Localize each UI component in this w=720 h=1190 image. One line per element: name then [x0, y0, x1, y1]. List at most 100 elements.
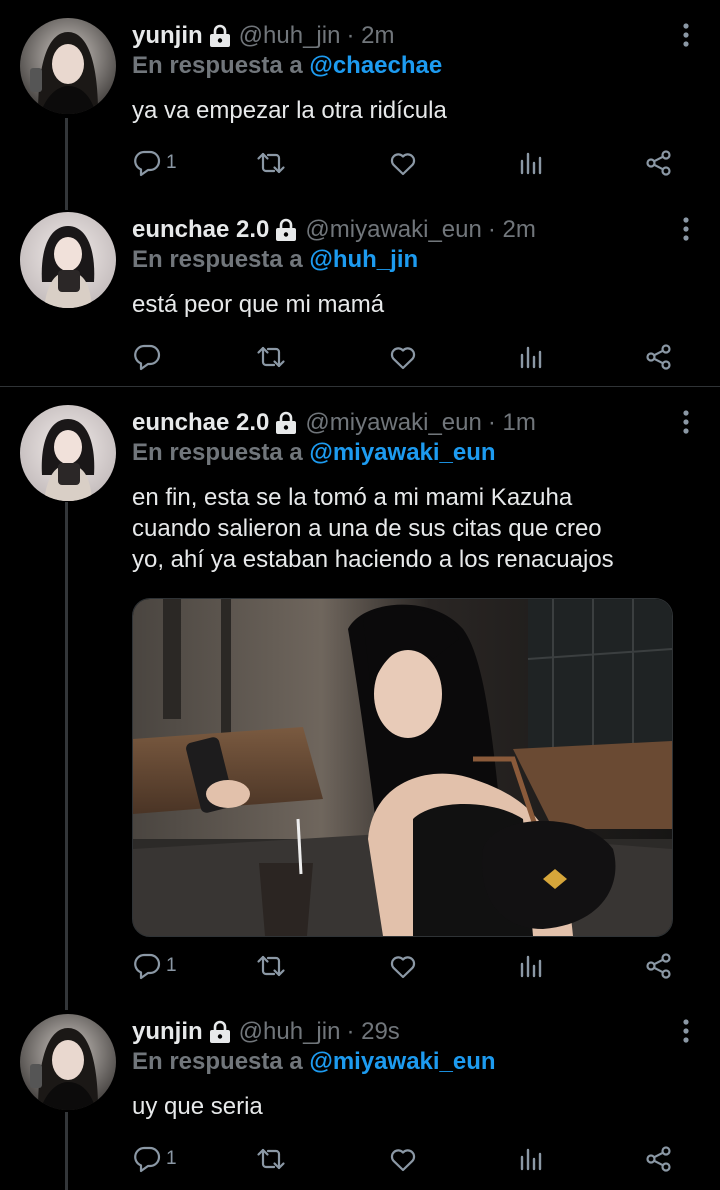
reply-icon [132, 1144, 162, 1174]
reply-count: 1 [166, 152, 177, 173]
share-button[interactable] [644, 340, 674, 374]
retweet-icon [256, 148, 286, 178]
reply-context: En respuesta a @chaechae [132, 52, 442, 80]
reply-prefix: En respuesta a [132, 246, 310, 273]
tweet-photo[interactable] [132, 598, 673, 937]
reply-count: 1 [166, 1148, 177, 1169]
views-button[interactable] [517, 340, 547, 374]
reply-prefix: En respuesta a [132, 439, 310, 466]
handle[interactable]: @miyawaki_eun [305, 216, 481, 244]
avatar-photo [20, 18, 116, 114]
timestamp[interactable]: · 2m [346, 22, 394, 50]
retweet-icon [256, 1144, 286, 1174]
avatar-photo [20, 1014, 116, 1110]
action-bar: 1 [132, 146, 677, 180]
share-button[interactable] [644, 146, 674, 180]
display-name[interactable]: eunchae 2.0 [132, 409, 269, 437]
reply-context: En respuesta a @miyawaki_eun [132, 1048, 496, 1076]
like-icon [388, 342, 418, 372]
mention-link[interactable]: @miyawaki_eun [309, 439, 495, 466]
mention-link[interactable]: @chaechae [309, 52, 442, 79]
like-button[interactable] [388, 1142, 418, 1176]
retweet-icon [256, 951, 286, 981]
more-icon[interactable] [682, 216, 690, 242]
display-name[interactable]: yunjin [132, 1018, 203, 1046]
views-icon [517, 342, 547, 372]
reply-button[interactable]: 1 [132, 1142, 177, 1176]
avatar-photo [20, 212, 116, 308]
avatar[interactable] [20, 1014, 116, 1110]
views-button[interactable] [517, 146, 547, 180]
more-icon[interactable] [682, 1018, 690, 1044]
tweet-3[interactable]: eunchae 2.0 @miyawaki_eun · 1m En respue… [0, 405, 720, 995]
reply-prefix: En respuesta a [132, 52, 310, 79]
views-icon [517, 951, 547, 981]
tweet-4[interactable]: yunjin @huh_jin · 29s En respuesta a @mi… [0, 1014, 720, 1190]
tweet-divider [0, 386, 720, 387]
like-button[interactable] [388, 146, 418, 180]
like-icon [388, 148, 418, 178]
reply-context: En respuesta a @miyawaki_eun [132, 439, 496, 467]
tweet-text-line: uy que seria [132, 1093, 263, 1120]
tweet-header: yunjin @huh_jin · 29s [132, 1014, 400, 1050]
handle[interactable]: @miyawaki_eun [305, 409, 481, 437]
tweet-text: uy que seria [132, 1091, 263, 1122]
tweet-header: yunjin @huh_jin · 2m [132, 18, 394, 54]
tweet-2[interactable]: eunchae 2.0 @miyawaki_eun · 2m En respue… [0, 212, 720, 384]
tweet-text-line: en fin, esta se la tomó a mi mami Kazuha [132, 484, 573, 511]
retweet-button[interactable] [256, 146, 286, 180]
share-button[interactable] [644, 949, 674, 983]
reply-button[interactable] [132, 340, 166, 374]
tweet-text-line: yo, ahí ya estaban haciendo a los renacu… [132, 546, 614, 573]
tweet-text: está peor que mi mamá [132, 289, 384, 320]
views-icon [517, 1144, 547, 1174]
like-icon [388, 951, 418, 981]
reply-button[interactable]: 1 [132, 949, 177, 983]
like-button[interactable] [388, 949, 418, 983]
share-icon [644, 148, 674, 178]
like-icon [388, 1144, 418, 1174]
like-button[interactable] [388, 340, 418, 374]
lock-icon [209, 1020, 231, 1044]
mention-link[interactable]: @miyawaki_eun [309, 1048, 495, 1075]
display-name[interactable]: yunjin [132, 22, 203, 50]
tweet-text: en fin, esta se la tomó a mi mami Kazuha… [132, 482, 614, 575]
timestamp[interactable]: · 29s [346, 1018, 399, 1046]
lock-icon [275, 218, 297, 242]
views-icon [517, 148, 547, 178]
tweet-header: eunchae 2.0 @miyawaki_eun · 1m [132, 405, 536, 441]
reply-icon [132, 148, 162, 178]
tweet-1[interactable]: yunjin @huh_jin · 2m En respuesta a @cha… [0, 18, 720, 193]
action-bar: 1 [132, 1142, 677, 1176]
avatar[interactable] [20, 212, 116, 308]
action-bar [132, 340, 677, 374]
retweet-button[interactable] [256, 340, 286, 374]
views-button[interactable] [517, 1142, 547, 1176]
reply-icon [132, 342, 162, 372]
handle[interactable]: @huh_jin [239, 1018, 341, 1046]
retweet-button[interactable] [256, 949, 286, 983]
retweet-icon [256, 342, 286, 372]
more-icon[interactable] [682, 409, 690, 435]
avatar[interactable] [20, 18, 116, 114]
reply-icon [132, 951, 162, 981]
views-button[interactable] [517, 949, 547, 983]
share-button[interactable] [644, 1142, 674, 1176]
avatar[interactable] [20, 405, 116, 501]
reply-button[interactable]: 1 [132, 146, 177, 180]
display-name[interactable]: eunchae 2.0 [132, 216, 269, 244]
handle[interactable]: @huh_jin [239, 22, 341, 50]
tweet-text-line: cuando salieron a una de sus citas que c… [132, 515, 602, 542]
tweet-text: ya va empezar la otra ridícula [132, 95, 447, 126]
timestamp[interactable]: · 2m [488, 216, 536, 244]
reply-count: 1 [166, 955, 177, 976]
action-bar: 1 [132, 949, 677, 983]
timestamp[interactable]: · 1m [488, 409, 536, 437]
retweet-button[interactable] [256, 1142, 286, 1176]
avatar-photo [20, 405, 116, 501]
photo-image [133, 599, 672, 936]
tweet-text-line: ya va empezar la otra ridícula [132, 97, 447, 124]
more-icon[interactable] [682, 22, 690, 48]
mention-link[interactable]: @huh_jin [309, 246, 418, 273]
tweet-header: eunchae 2.0 @miyawaki_eun · 2m [132, 212, 536, 248]
